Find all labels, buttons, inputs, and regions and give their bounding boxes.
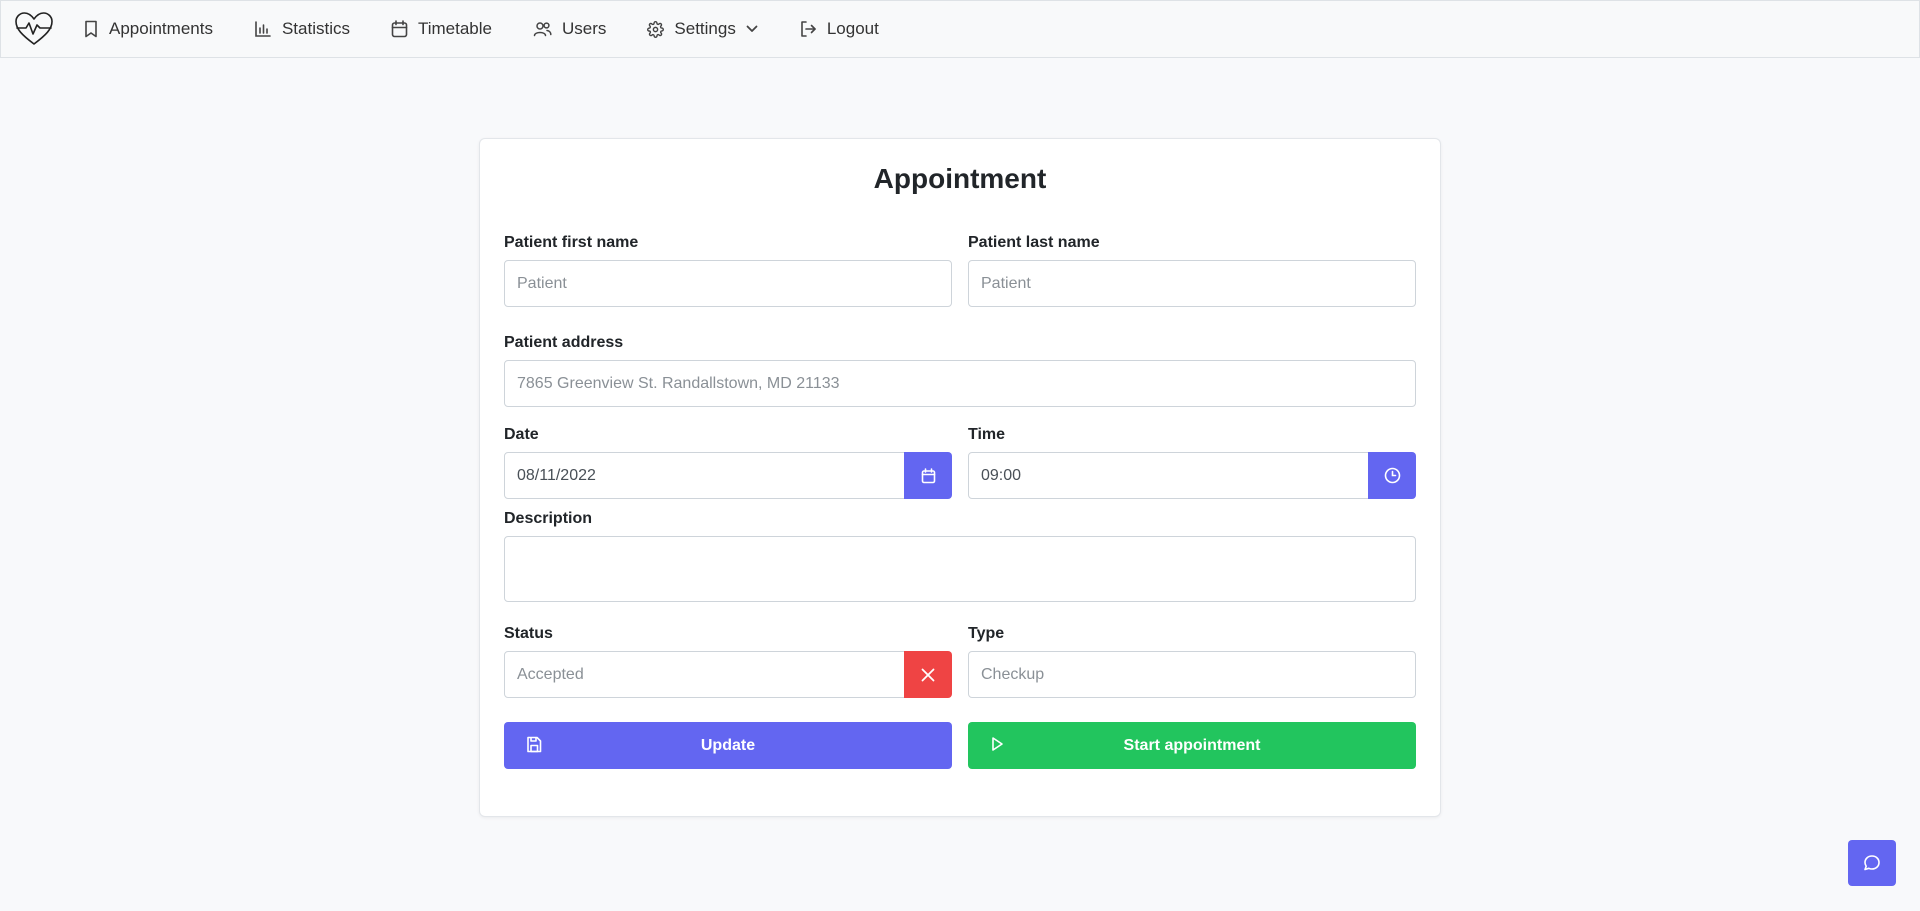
page-title: Appointment [873, 163, 1047, 194]
date-input[interactable]: 08/11/2022 [504, 452, 905, 499]
clear-status-button[interactable] [904, 651, 952, 698]
date-picker-button[interactable] [904, 452, 952, 499]
first-name-input[interactable]: Patient [504, 260, 952, 307]
type-input[interactable]: Checkup [968, 651, 1416, 698]
status-label: Status [504, 625, 553, 642]
description-label: Description [504, 510, 593, 527]
close-icon [921, 668, 935, 681]
nav-timetable-label: Timetable [417, 19, 492, 38]
bar-chart-icon [255, 21, 271, 37]
logout-icon [801, 21, 816, 37]
play-icon [992, 737, 1003, 751]
top-navbar: Appointments Statistics Timetable Users … [0, 0, 1920, 58]
type-label: Type [968, 625, 1005, 642]
start-appointment-button[interactable]: Start appointment [968, 722, 1416, 769]
update-button-label: Update [700, 736, 756, 754]
nav-statistics[interactable]: Statistics [254, 1, 350, 57]
nav-logout-label: Logout [826, 19, 879, 38]
nav-appointments-label: Appointments [109, 19, 213, 38]
bookmark-icon [85, 20, 97, 38]
nav-settings[interactable]: Settings [647, 1, 758, 57]
appointment-card: Appointment Patient first name Patient P… [479, 138, 1441, 817]
first-name-label: Patient first name [504, 234, 639, 251]
chevron-down-icon [746, 25, 758, 32]
time-input[interactable]: 09:00 [968, 452, 1369, 499]
last-name-label: Patient last name [968, 234, 1100, 251]
nav-statistics-label: Statistics [281, 19, 350, 38]
description-textarea[interactable] [504, 536, 1416, 602]
last-name-input[interactable]: Patient [968, 260, 1416, 307]
clock-icon [1384, 467, 1400, 484]
nav-logout[interactable]: Logout [799, 1, 879, 57]
heart-pulse-icon[interactable] [13, 8, 55, 50]
nav-timetable[interactable]: Timetable [391, 1, 492, 57]
gear-icon [647, 20, 665, 38]
time-label: Time [968, 426, 1006, 443]
address-input[interactable]: 7865 Greenview St. Randallstown, MD 2113… [504, 360, 1416, 407]
nav-users[interactable]: Users [533, 1, 606, 57]
start-appointment-button-label: Start appointment [1123, 736, 1261, 754]
save-icon [527, 736, 542, 753]
nav-appointments[interactable]: Appointments [83, 1, 213, 57]
calendar-icon [391, 20, 408, 38]
calendar-icon [921, 467, 935, 483]
nav-settings-label: Settings [674, 19, 736, 38]
nav-users-label: Users [562, 19, 607, 38]
time-picker-button[interactable] [1368, 452, 1416, 499]
address-label: Patient address [504, 334, 624, 351]
chat-button[interactable] [1848, 840, 1896, 886]
status-input[interactable]: Accepted [504, 651, 905, 698]
chat-bubble-icon [1864, 855, 1880, 871]
date-label: Date [504, 426, 539, 443]
users-icon [533, 22, 552, 37]
update-button[interactable]: Update [504, 722, 952, 769]
